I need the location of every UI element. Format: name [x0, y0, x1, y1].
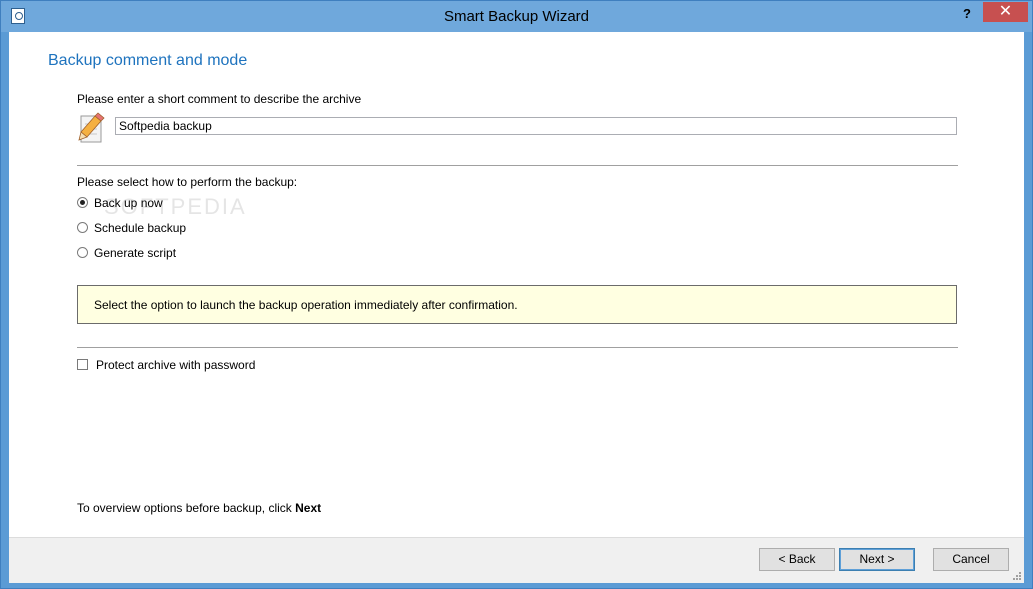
pencil-note-icon: [78, 112, 105, 143]
help-button[interactable]: ?: [954, 5, 980, 25]
info-box: Select the option to launch the backup o…: [77, 285, 957, 324]
radio-label: Back up now: [94, 196, 163, 210]
footer-hint: To overview options before backup, click…: [77, 501, 321, 515]
radio-label: Schedule backup: [94, 221, 187, 235]
cancel-button[interactable]: Cancel: [933, 548, 1009, 571]
page-title: Backup comment and mode: [48, 52, 248, 69]
radio-button[interactable]: [77, 222, 88, 233]
wizard-content: Backup comment and mode Please enter a s…: [9, 32, 1024, 583]
button-bar: < Back Next > Cancel: [9, 537, 1024, 583]
close-icon: ✕: [998, 3, 1013, 20]
password-label: Protect archive with password: [96, 358, 256, 372]
close-button[interactable]: ✕: [983, 2, 1028, 22]
footer-hint-next: Next: [295, 501, 322, 515]
footer-hint-text: To overview options before backup, click: [77, 501, 292, 515]
comment-prompt: Please enter a short comment to describe…: [77, 92, 362, 106]
radio-button[interactable]: [77, 197, 88, 208]
back-button[interactable]: < Back: [759, 548, 835, 571]
comment-input[interactable]: [115, 117, 957, 135]
next-button[interactable]: Next >: [839, 548, 915, 571]
separator: [77, 347, 958, 348]
mode-prompt: Please select how to perform the backup:: [77, 175, 298, 189]
wizard-window: Smart Backup Wizard ? ✕ Backup comment a…: [0, 0, 1033, 589]
radio-label: Generate script: [94, 246, 177, 260]
window-title: Smart Backup Wizard: [443, 8, 590, 25]
title-bar[interactable]: Smart Backup Wizard ? ✕: [1, 1, 1032, 32]
resize-grip-icon[interactable]: [1012, 571, 1022, 581]
separator: [77, 165, 958, 166]
radio-button[interactable]: [77, 247, 88, 258]
info-text: Select the option to launch the backup o…: [94, 298, 518, 312]
password-checkbox[interactable]: [77, 359, 88, 370]
